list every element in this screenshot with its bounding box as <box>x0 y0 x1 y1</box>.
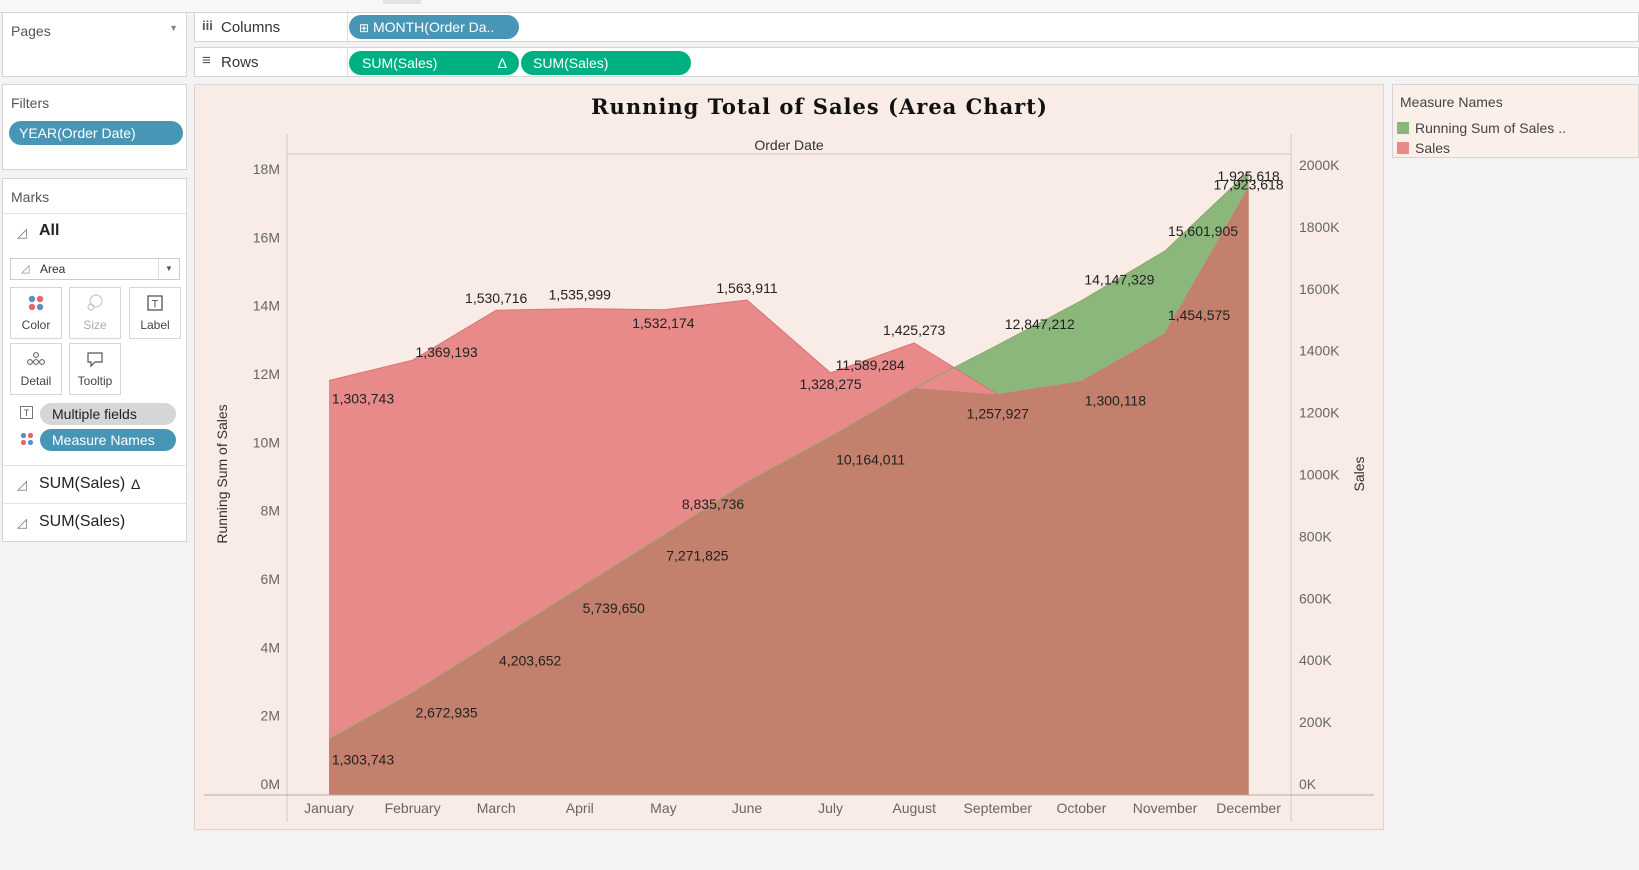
x-tick-label: August <box>892 800 936 816</box>
y-left-tick-label: 4M <box>261 639 280 655</box>
sales-data-label: 1,303,743 <box>332 390 394 406</box>
legend-item-sales[interactable]: Sales <box>1397 140 1450 156</box>
running-sum-data-label: 15,601,905 <box>1168 223 1238 239</box>
x-tick-label: September <box>964 800 1033 816</box>
x-tick-label: June <box>732 800 763 816</box>
x-tick-label: March <box>477 800 516 816</box>
y-right-tick-label: 1000K <box>1299 467 1340 483</box>
y-left-tick-label: 6M <box>261 571 280 587</box>
sales-data-label: 1,563,911 <box>716 280 777 296</box>
legend: Measure Names Running Sum of Sales .. Sa… <box>1392 84 1639 158</box>
y-right-tick-label: 1400K <box>1299 343 1340 359</box>
y-left-tick-label: 18M <box>253 161 280 177</box>
sales-data-label: 1,300,118 <box>1085 393 1146 409</box>
running-sum-data-label: 1,303,743 <box>332 751 394 767</box>
sales-data-label: 1,369,193 <box>415 344 477 360</box>
x-tick-label: April <box>566 800 594 816</box>
y-right-tick-label: 0K <box>1299 776 1317 792</box>
running-sum-data-label: 7,271,825 <box>666 548 728 564</box>
sales-data-label: 1,530,716 <box>465 290 527 306</box>
x-tick-label: July <box>818 800 843 816</box>
y-left-tick-label: 12M <box>253 366 280 382</box>
y-left-tick-label: 10M <box>253 434 280 450</box>
sales-data-label: 1,454,575 <box>1168 307 1230 323</box>
y-right-tick-label: 200K <box>1299 714 1332 730</box>
legend-swatch-icon <box>1397 142 1409 154</box>
legend-swatch-icon <box>1397 122 1409 134</box>
sales-data-label: 1,532,174 <box>632 315 694 331</box>
column-header-label: Order Date <box>754 137 823 153</box>
legend-item-label: Sales <box>1415 140 1451 156</box>
sales-data-label: 1,425,273 <box>883 322 945 338</box>
sales-data-label: 1,328,275 <box>799 376 861 392</box>
running-sum-data-label: 11,589,284 <box>836 357 905 373</box>
running-sum-data-label: 5,739,650 <box>583 600 645 616</box>
y-right-tick-label: 1800K <box>1299 219 1340 235</box>
y-left-tick-label: 16M <box>253 229 280 245</box>
running-sum-data-label: 14,147,329 <box>1084 272 1154 288</box>
legend-item-running-sum[interactable]: Running Sum of Sales .. <box>1397 120 1566 136</box>
x-tick-label: December <box>1216 800 1281 816</box>
running-sum-data-label: 2,672,935 <box>415 705 477 721</box>
y-left-tick-label: 0M <box>261 776 280 792</box>
running-sum-data-label: 4,203,652 <box>499 652 561 668</box>
y-left-tick-label: 14M <box>253 298 280 314</box>
y-left-tick-label: 8M <box>261 503 280 519</box>
y-right-tick-label: 400K <box>1299 652 1332 668</box>
sales-data-label: 1,535,999 <box>549 287 611 303</box>
running-sum-data-label: 12,847,212 <box>1005 316 1075 332</box>
x-tick-label: May <box>650 800 676 816</box>
y-right-tick-label: 2000K <box>1299 157 1340 173</box>
y-right-tick-label: 600K <box>1299 590 1332 606</box>
running-sum-data-label: 10,164,011 <box>836 452 905 468</box>
y-right-axis-title: Sales <box>1351 456 1367 491</box>
x-tick-label: October <box>1056 800 1106 816</box>
sales-data-label: 1,257,927 <box>967 406 1029 422</box>
legend-title: Measure Names <box>1400 94 1503 110</box>
sales-data-label: 1,925,618 <box>1217 168 1279 184</box>
y-right-tick-label: 1200K <box>1299 405 1340 421</box>
x-tick-label: November <box>1133 800 1198 816</box>
y-left-tick-label: 2M <box>261 708 280 724</box>
running-sum-data-label: 8,835,736 <box>682 496 744 512</box>
y-right-tick-label: 1600K <box>1299 281 1340 297</box>
y-left-axis-title: Running Sum of Sales <box>214 404 230 543</box>
x-tick-label: January <box>304 800 354 816</box>
y-right-tick-label: 800K <box>1299 528 1332 544</box>
legend-item-label: Running Sum of Sales .. <box>1415 120 1566 136</box>
x-tick-label: February <box>385 800 441 816</box>
